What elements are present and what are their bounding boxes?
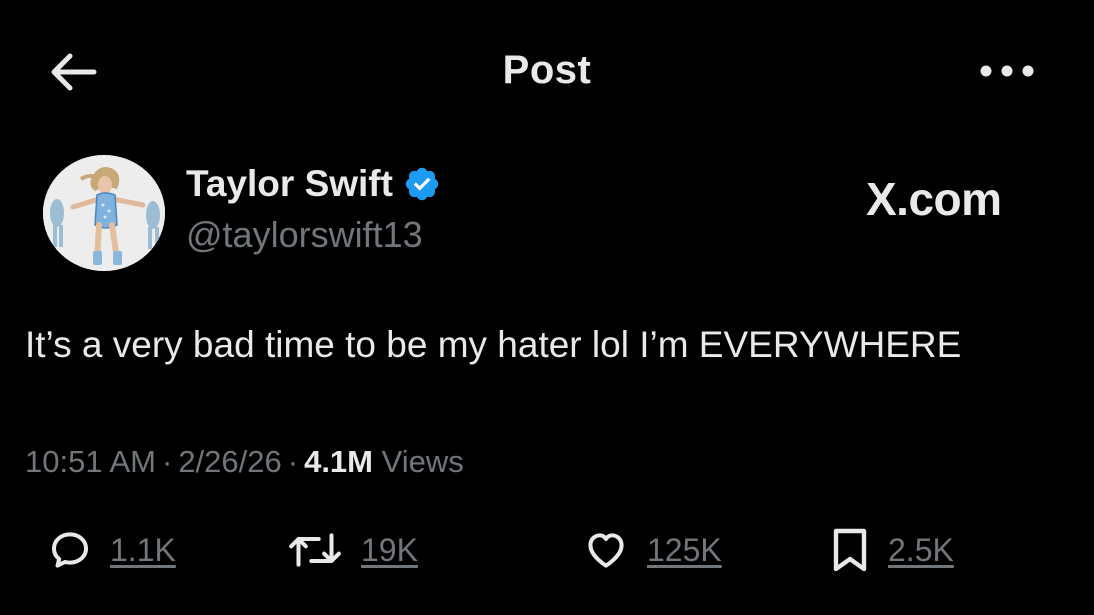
avatar[interactable] [43, 155, 165, 271]
post-time[interactable]: 10:51 AM [25, 444, 156, 479]
reply-count[interactable]: 1.1K [110, 532, 176, 569]
repost-count[interactable]: 19K [361, 532, 418, 569]
avatar-photo [43, 155, 165, 271]
post-screen: Post Taylor Swift @taylorswift13 X.com I… [0, 0, 1094, 615]
like-button[interactable]: 125K [583, 526, 722, 574]
bookmark-count[interactable]: 2.5K [888, 532, 954, 569]
post-date[interactable]: 2/26/26 [178, 444, 281, 479]
bookmark-button[interactable]: 2.5K [830, 526, 954, 574]
meta-separator: · [287, 444, 299, 479]
heart-icon [588, 533, 624, 568]
author-handle[interactable]: @taylorswift13 [186, 214, 423, 256]
post-text: It’s a very bad time to be my hater lol … [25, 324, 962, 365]
reply-icon [51, 532, 89, 568]
repost-icon [289, 533, 341, 567]
verified-badge-icon [405, 167, 439, 201]
more-options-button[interactable] [974, 54, 1040, 88]
page-title: Post [502, 48, 592, 92]
meta-separator: · [161, 444, 173, 479]
top-bar: Post [0, 0, 1094, 140]
reply-button[interactable]: 1.1K [48, 526, 176, 574]
bookmark-icon [833, 528, 867, 572]
repost-button[interactable]: 19K [287, 526, 418, 574]
more-horizontal-icon [980, 65, 1034, 77]
views-count[interactable]: 4.1M [304, 444, 373, 479]
author-name: Taylor Swift [186, 163, 393, 204]
brand-mark: X.com [866, 173, 1002, 225]
post-meta: 10:51 AM · 2/26/26 · 4.1M Views [25, 444, 464, 480]
views-label: Views [381, 444, 464, 479]
author-name-row[interactable]: Taylor Swift [186, 160, 441, 208]
like-count[interactable]: 125K [647, 532, 722, 569]
